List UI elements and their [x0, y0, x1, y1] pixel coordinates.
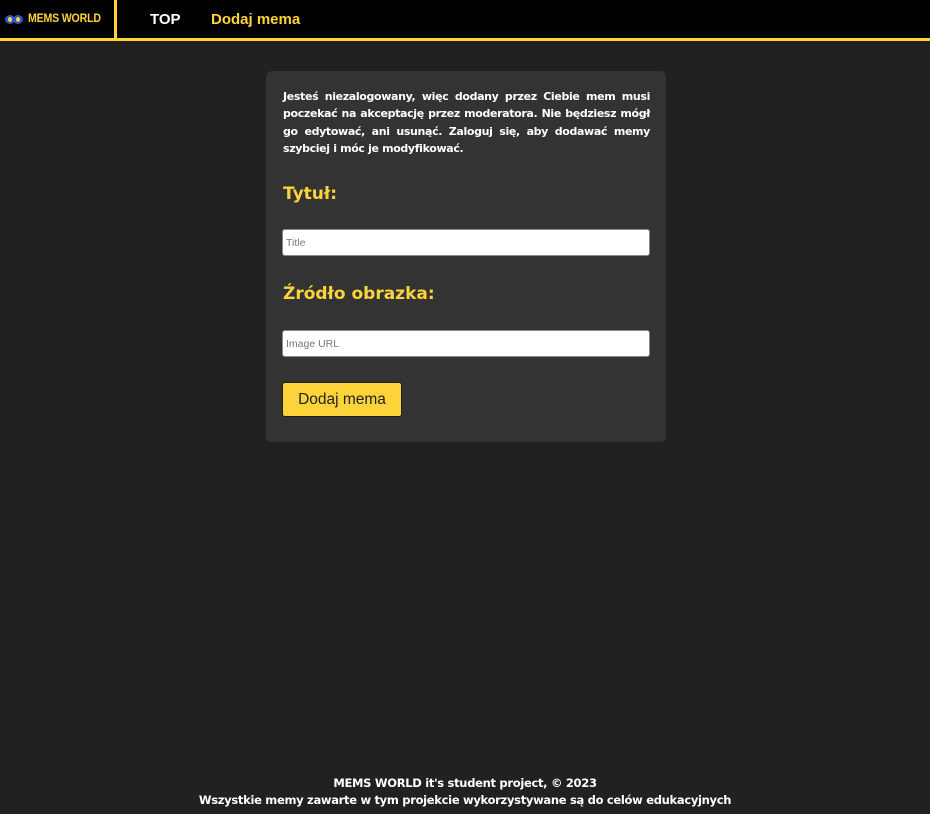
page: MEMS WORLD TOP Dodaj mema Jesteś niezalo… [0, 0, 930, 814]
title-label: Tytuł: [283, 184, 337, 204]
top-navbar: MEMS WORLD TOP Dodaj mema [0, 0, 930, 41]
login-notice: Jesteś niezalogowany, więc dodany przez … [283, 90, 650, 156]
footer-disclaimer: Wszystkie memy zawarte w tym projekcie w… [198, 793, 732, 807]
logo-text: MEMS WORLD [28, 13, 101, 25]
add-meme-form: Jesteś niezalogowany, więc dodany przez … [266, 71, 666, 442]
image-url-input[interactable] [282, 330, 650, 357]
nav-top-link[interactable]: TOP [150, 11, 181, 29]
add-meme-button[interactable]: Dodaj mema [282, 382, 402, 417]
logo-link[interactable]: MEMS WORLD [0, 0, 117, 38]
title-input[interactable] [282, 229, 650, 256]
footer: MEMS WORLD it's student project, © 2023 … [0, 775, 930, 809]
nav-add-meme-link[interactable]: Dodaj mema [211, 11, 300, 29]
brand-logo-icon [5, 14, 24, 24]
footer-copyright: MEMS WORLD it's student project, © 2023 [333, 776, 597, 790]
image-source-label: Źródło obrazka: [283, 284, 435, 304]
